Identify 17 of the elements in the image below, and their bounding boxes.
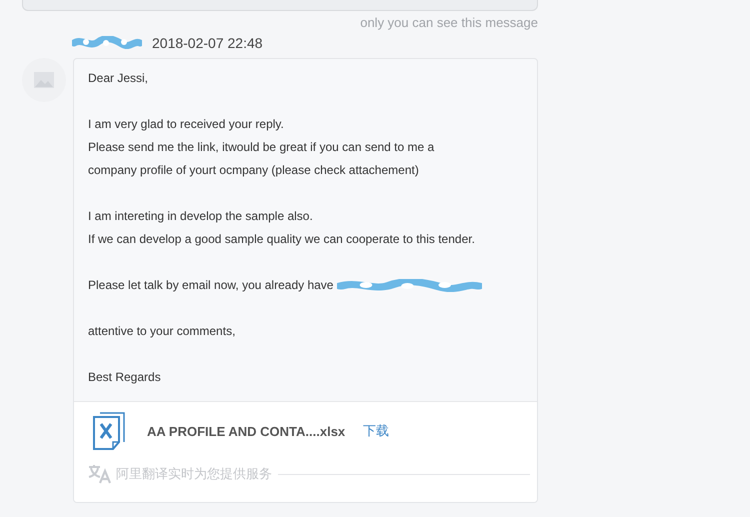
image-icon xyxy=(34,72,54,88)
message-text: company profile of yourt ocmpany (please check attachement) xyxy=(88,162,419,179)
message-time: 2018-02-07 22:48 xyxy=(152,35,263,51)
message-text: I am very glad to received your reply. xyxy=(88,116,284,133)
download-link[interactable]: 下载 xyxy=(363,422,390,440)
message-text: Please let talk by email now, you already have xyxy=(88,277,334,294)
spreadsheet-file-icon[interactable] xyxy=(93,412,125,450)
message-text: attentive to your comments, xyxy=(88,323,236,340)
message-text: Best Regards xyxy=(88,369,161,386)
message-text: If we can develop a good sample quality we can cooperate to this tender. xyxy=(88,231,475,248)
message-text: I am intereting in develop the sample also. xyxy=(88,208,313,225)
translate-icon xyxy=(88,464,112,484)
message-text: Dear Jessi, xyxy=(88,70,148,87)
translation-note: 阿里翻译实时为您提供服务 xyxy=(116,465,272,483)
message-text: Please send me the link, itwould be great if you can send to me a xyxy=(88,139,434,156)
attachment-name: AA PROFILE AND CONTA....xlsx xyxy=(147,424,346,438)
visibility-note: only you can see this message xyxy=(359,15,538,31)
